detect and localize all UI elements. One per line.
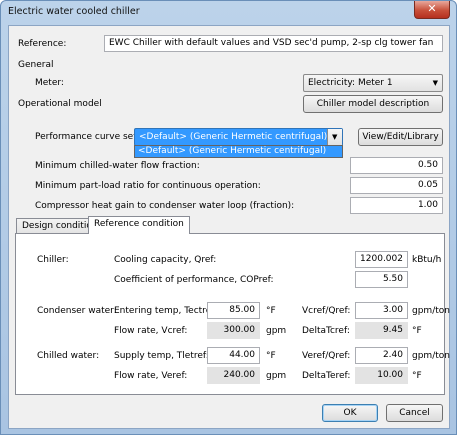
delta-tcref-value: 9.45 bbox=[355, 322, 408, 339]
cooling-capacity-input[interactable]: 1200.002 bbox=[355, 251, 408, 268]
chevron-down-icon: ▼ bbox=[432, 79, 438, 87]
cooling-capacity-label: Cooling capacity, Qref: bbox=[114, 255, 217, 265]
chilled-water-label: Chilled water: bbox=[37, 351, 100, 361]
condenser-temp-label: Entering temp, Tectref: bbox=[114, 306, 218, 316]
delta-tcref-unit: °F bbox=[412, 326, 422, 336]
performance-curve-option[interactable]: <Default> (Generic Hermetic centrifugal) bbox=[135, 146, 342, 157]
min-plr-label: Minimum part-load ratio for continuous o… bbox=[35, 181, 261, 191]
dialog-window: Electric water cooled chiller ✕ Referenc… bbox=[0, 0, 457, 435]
veref-qref-input[interactable]: 2.40 bbox=[355, 347, 408, 364]
performance-curve-label: Performance curve set: bbox=[35, 132, 140, 142]
cooling-capacity-unit: kBtu/h bbox=[412, 255, 442, 265]
vcref-qref-unit: gpm/ton bbox=[412, 306, 450, 316]
chevron-down-icon: ▼ bbox=[332, 133, 338, 141]
title-bar[interactable]: Electric water cooled chiller ✕ bbox=[1, 1, 456, 25]
delta-teref-label: DeltaTeref: bbox=[302, 371, 351, 381]
delta-tcref-label: DeltaTcref: bbox=[302, 326, 350, 336]
condenser-temp-input[interactable]: 85.00 bbox=[207, 302, 260, 319]
min-flow-label: Minimum chilled-water flow fraction: bbox=[35, 161, 200, 171]
min-flow-input[interactable]: 0.50 bbox=[350, 157, 443, 174]
vcref-qref-input[interactable]: 3.00 bbox=[355, 302, 408, 319]
meter-select-value: Electricity: Meter 1 bbox=[308, 78, 393, 88]
condenser-water-label: Condenser water: bbox=[37, 306, 117, 316]
general-heading: General bbox=[18, 60, 54, 70]
veref-qref-unit: gpm/ton bbox=[412, 351, 450, 361]
compressor-heat-label: Compressor heat gain to condenser water … bbox=[35, 201, 295, 211]
compressor-heat-input[interactable]: 1.00 bbox=[350, 197, 443, 214]
condenser-flow-label: Flow rate, Vcref: bbox=[114, 326, 188, 336]
tab-reference-condition[interactable]: Reference condition bbox=[88, 216, 190, 234]
performance-curve-value: <Default> (Generic Hermetic centrifugal) bbox=[139, 132, 328, 142]
close-button[interactable]: ✕ bbox=[414, 1, 450, 19]
min-plr-input[interactable]: 0.05 bbox=[350, 177, 443, 194]
chiller-model-description-button[interactable]: Chiller model description bbox=[303, 95, 443, 113]
veref-qref-label: Veref/Qref: bbox=[302, 351, 351, 361]
chilled-temp-unit: °F bbox=[266, 351, 276, 361]
condenser-flow-value: 300.00 bbox=[207, 322, 260, 339]
ok-button[interactable]: OK bbox=[322, 404, 378, 422]
chiller-section-label: Chiller: bbox=[37, 255, 69, 265]
window-title: Electric water cooled chiller bbox=[8, 6, 140, 17]
chilled-temp-label: Supply temp, Tletref: bbox=[114, 351, 209, 361]
view-edit-library-button[interactable]: View/Edit/Library bbox=[358, 128, 443, 146]
condenser-flow-unit: gpm bbox=[266, 326, 287, 336]
delta-teref-unit: °F bbox=[412, 371, 422, 381]
chilled-flow-value: 240.00 bbox=[207, 367, 260, 384]
chilled-flow-unit: gpm bbox=[266, 371, 287, 381]
performance-curve-dropdown: <Default> (Generic Hermetic centrifugal) bbox=[134, 145, 343, 158]
operational-model-heading: Operational model bbox=[18, 99, 102, 109]
meter-select[interactable]: Electricity: Meter 1 ▼ bbox=[303, 74, 443, 92]
dropdown-arrow-button[interactable]: ▼ bbox=[327, 129, 342, 145]
condenser-temp-unit: °F bbox=[266, 306, 276, 316]
chilled-flow-label: Flow rate, Veref: bbox=[114, 371, 188, 381]
delta-teref-value: 10.00 bbox=[355, 367, 408, 384]
chilled-temp-input[interactable]: 44.00 bbox=[207, 347, 260, 364]
reference-condition-panel: Chiller: Cooling capacity, Qref: 1200.00… bbox=[15, 233, 450, 395]
cancel-button[interactable]: Cancel bbox=[386, 404, 443, 422]
reference-input[interactable]: EWC Chiller with default values and VSD … bbox=[104, 35, 443, 52]
reference-label: Reference: bbox=[18, 39, 67, 49]
vcref-qref-label: Vcref/Qref: bbox=[302, 306, 351, 316]
performance-curve-select[interactable]: <Default> (Generic Hermetic centrifugal)… bbox=[134, 128, 343, 146]
cop-input[interactable]: 5.50 bbox=[355, 271, 408, 288]
meter-label: Meter: bbox=[35, 78, 64, 88]
dialog-client-area: Reference: EWC Chiller with default valu… bbox=[8, 25, 450, 429]
cop-label: Coefficient of performance, COPref: bbox=[114, 275, 274, 285]
